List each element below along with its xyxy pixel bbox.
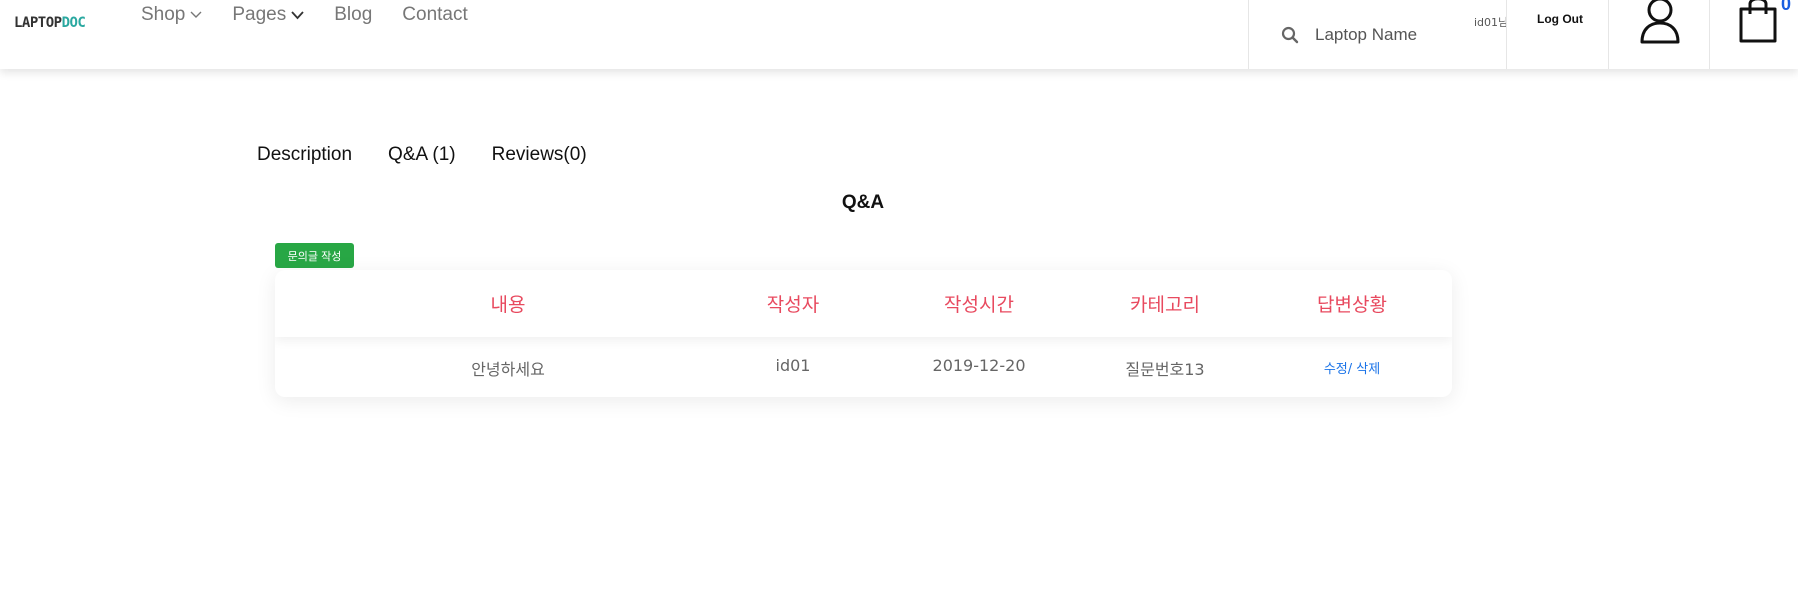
column-header-status: 답변상황 xyxy=(1317,294,1387,316)
table-header: 내용 작성자 작성시간 카테고리 답변상황 xyxy=(275,270,1452,337)
chevron-down-icon xyxy=(291,10,304,19)
nav-pages-label: Pages xyxy=(232,4,287,25)
column-header-content: 내용 xyxy=(490,294,526,316)
write-question-button[interactable]: 문의글 작성 xyxy=(275,243,354,268)
account-cell xyxy=(1609,0,1710,69)
main-nav: Shop Pages Blog Contact xyxy=(141,4,498,26)
cart-count-badge: 0 xyxy=(1781,0,1792,14)
shopping-bag-icon[interactable] xyxy=(1738,0,1778,44)
column-header-category: 카테고리 xyxy=(1130,294,1200,316)
site-header: LAPTOPDOC Shop Pages Blog Contact id01님 … xyxy=(0,0,1798,69)
tab-description[interactable]: Description xyxy=(257,144,352,166)
chevron-down-icon xyxy=(190,11,202,18)
user-greeting: id01님 xyxy=(1474,16,1509,29)
product-tabs: Description Q&A (1) Reviews(0) xyxy=(257,144,623,166)
logo-text-main: LAPTOP xyxy=(14,15,62,31)
search-input[interactable] xyxy=(1315,24,1465,45)
logout-link[interactable]: Log Out xyxy=(1537,12,1583,26)
tab-reviews[interactable]: Reviews(0) xyxy=(492,144,587,166)
search-box xyxy=(1248,0,1506,69)
column-header-author: 작성자 xyxy=(766,294,820,316)
cell-content[interactable]: 안녕하세요 xyxy=(471,356,545,380)
logout-cell: Log Out xyxy=(1506,0,1609,69)
nav-pages[interactable]: Pages xyxy=(232,4,304,26)
cell-author: id01 xyxy=(775,356,811,375)
user-icon[interactable] xyxy=(1639,0,1681,44)
delete-link[interactable]: 삭제 xyxy=(1356,362,1380,377)
logo[interactable]: LAPTOPDOC xyxy=(14,15,86,31)
column-header-date: 작성시간 xyxy=(944,294,1014,316)
nav-contact-label: Contact xyxy=(402,4,468,25)
edit-link[interactable]: 수정/ xyxy=(1324,362,1352,377)
logo-text-accent: DOC xyxy=(61,15,86,31)
nav-shop[interactable]: Shop xyxy=(141,4,202,26)
nav-blog-label: Blog xyxy=(334,4,373,25)
cart-cell: 0 xyxy=(1710,0,1798,69)
search-icon[interactable] xyxy=(1281,26,1299,44)
nav-shop-label: Shop xyxy=(141,4,186,25)
cell-actions: 수정/ 삭제 xyxy=(1324,358,1380,377)
nav-blog[interactable]: Blog xyxy=(334,4,372,26)
qa-table: 내용 작성자 작성시간 카테고리 답변상황 안녕하세요 id01 2019-12… xyxy=(275,270,1452,397)
section-title: Q&A xyxy=(841,192,885,213)
cell-date: 2019-12-20 xyxy=(932,356,1026,375)
nav-contact[interactable]: Contact xyxy=(402,4,467,26)
tab-qa[interactable]: Q&A (1) xyxy=(388,144,456,166)
cell-category: 질문번호13 xyxy=(1125,360,1205,379)
